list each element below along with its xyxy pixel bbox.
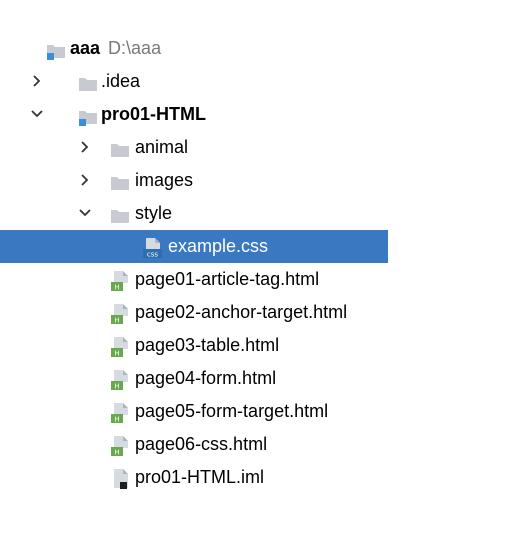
tree-item-label: page05-form-target.html: [135, 401, 329, 421]
html-file-icon: H: [110, 270, 130, 292]
tree-item-page03[interactable]: H page03-table.html: [0, 329, 388, 362]
tree-item-label: pro01-HTML: [101, 104, 206, 124]
folder-icon: [110, 171, 130, 191]
tree-item-label: style: [135, 203, 173, 223]
tree-item-label: example.css: [168, 236, 269, 256]
svg-text:H: H: [114, 449, 119, 457]
folder-icon: [110, 204, 130, 224]
tree-root-aaa[interactable]: aaa D:\aaa: [0, 32, 388, 65]
tree-item-label: page02-anchor-target.html: [135, 302, 348, 322]
tree-item-page05[interactable]: H page05-form-target.html: [0, 395, 388, 428]
tree-item-page02[interactable]: H page02-anchor-target.html: [0, 296, 388, 329]
tree-item-label: animal: [135, 137, 189, 157]
tree-item-label: images: [135, 170, 194, 190]
tree-item-label: .idea: [101, 71, 141, 91]
module-folder-icon: [78, 105, 98, 126]
tree-item-iml[interactable]: pro01-HTML.iml: [0, 461, 388, 494]
html-file-icon: H: [110, 402, 130, 424]
root-label: aaa D:\aaa: [70, 32, 161, 65]
chevron-right-icon[interactable]: [78, 131, 94, 164]
folder-icon: [110, 138, 130, 158]
tree-item-page01[interactable]: H page01-article-tag.html: [0, 263, 388, 296]
tree-item-label: page04-form.html: [135, 368, 277, 388]
chevron-down-icon[interactable]: [78, 197, 94, 230]
tree-item-page06[interactable]: H page06-css.html: [0, 428, 388, 461]
svg-text:H: H: [114, 416, 119, 424]
svg-text:H: H: [114, 383, 119, 391]
folder-icon: [78, 72, 98, 92]
iml-file-icon: [110, 468, 130, 489]
chevron-down-icon[interactable]: [30, 98, 46, 131]
tree-item-style[interactable]: style: [0, 197, 388, 230]
tree-item-label: page01-article-tag.html: [135, 269, 320, 289]
tree-item-images[interactable]: images: [0, 164, 388, 197]
chevron-right-icon[interactable]: [78, 164, 94, 197]
svg-text:H: H: [114, 317, 119, 325]
chevron-right-icon[interactable]: [30, 65, 46, 98]
tree-item-idea[interactable]: .idea: [0, 65, 388, 98]
html-file-icon: H: [110, 303, 130, 325]
root-path: D:\aaa: [108, 38, 162, 58]
svg-text:css: css: [147, 251, 158, 259]
css-file-icon: css: [142, 237, 162, 259]
html-file-icon: H: [110, 435, 130, 457]
tree-item-page04[interactable]: H page04-form.html: [0, 362, 388, 395]
html-file-icon: H: [110, 336, 130, 358]
tree-item-pro01-html[interactable]: pro01-HTML: [0, 98, 388, 131]
svg-text:H: H: [114, 284, 119, 292]
html-file-icon: H: [110, 369, 130, 391]
project-tree: aaa D:\aaa .idea pro01-HTML animal image…: [0, 32, 388, 494]
tree-item-label: pro01-HTML.iml: [135, 467, 265, 487]
svg-text:H: H: [114, 350, 119, 358]
tree-item-label: page03-table.html: [135, 335, 280, 355]
tree-item-label: page06-css.html: [135, 434, 268, 454]
module-folder-icon: [46, 39, 66, 60]
root-name: aaa: [70, 38, 101, 58]
tree-item-example-css[interactable]: css example.css: [0, 230, 388, 263]
tree-item-animal[interactable]: animal: [0, 131, 388, 164]
